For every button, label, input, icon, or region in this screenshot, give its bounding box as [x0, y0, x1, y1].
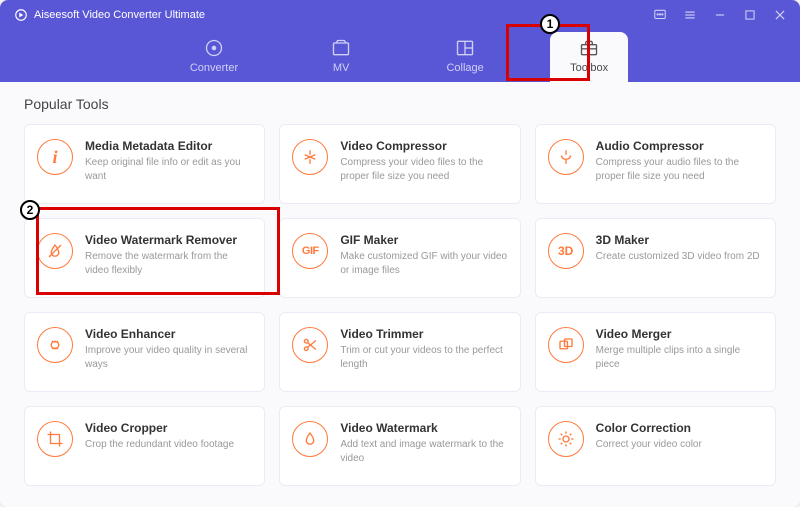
tab-label: MV — [333, 62, 350, 74]
tool-desc: Add text and image watermark to the vide… — [340, 438, 507, 465]
minimize-icon[interactable] — [712, 7, 728, 23]
tool-video-watermark[interactable]: Video Watermark Add text and image water… — [279, 406, 520, 486]
tool-3d-maker[interactable]: 3D 3D Maker Create customized 3D video f… — [535, 218, 776, 298]
enhance-icon — [37, 327, 73, 363]
drop-icon — [292, 421, 328, 457]
tool-title: Video Compressor — [340, 139, 507, 153]
3d-icon: 3D — [548, 233, 584, 269]
tool-color-correction[interactable]: Color Correction Correct your video colo… — [535, 406, 776, 486]
tool-desc: Crop the redundant video footage — [85, 438, 252, 452]
tool-desc: Remove the watermark from the video flex… — [85, 250, 252, 277]
tab-mv[interactable]: MV — [302, 32, 380, 82]
header: Aiseesoft Video Converter Ultimate — [0, 0, 800, 82]
tool-title: 3D Maker — [596, 233, 763, 247]
tab-collage[interactable]: Collage — [426, 32, 504, 82]
tool-title: Media Metadata Editor — [85, 139, 252, 153]
tool-title: GIF Maker — [340, 233, 507, 247]
tab-label: Collage — [446, 62, 483, 74]
tool-media-metadata-editor[interactable]: i Media Metadata Editor Keep original fi… — [24, 124, 265, 204]
tab-label: Toolbox — [570, 62, 608, 74]
gif-icon: GIF — [292, 233, 328, 269]
tool-video-enhancer[interactable]: Video Enhancer Improve your video qualit… — [24, 312, 265, 392]
mv-icon — [331, 38, 351, 58]
close-icon[interactable] — [772, 7, 788, 23]
section-title: Popular Tools — [24, 96, 776, 112]
tool-desc: Improve your video quality in several wa… — [85, 344, 252, 371]
scissors-icon — [292, 327, 328, 363]
maximize-icon[interactable] — [742, 7, 758, 23]
tool-title: Audio Compressor — [596, 139, 763, 153]
app-logo-icon — [14, 8, 28, 22]
tool-gif-maker[interactable]: GIF GIF Maker Make customized GIF with y… — [279, 218, 520, 298]
tool-desc: Create customized 3D video from 2D — [596, 250, 763, 264]
tool-video-trimmer[interactable]: Video Trimmer Trim or cut your videos to… — [279, 312, 520, 392]
tool-audio-compressor[interactable]: Audio Compressor Compress your audio fil… — [535, 124, 776, 204]
converter-icon — [204, 38, 224, 58]
app-window: Aiseesoft Video Converter Ultimate — [0, 0, 800, 507]
menu-icon[interactable] — [682, 7, 698, 23]
tool-title: Video Cropper — [85, 421, 252, 435]
tab-label: Converter — [190, 62, 238, 74]
app-title-text: Aiseesoft Video Converter Ultimate — [34, 9, 205, 21]
tool-desc: Merge multiple clips into a single piece — [596, 344, 763, 371]
window-controls — [652, 7, 788, 23]
tab-toolbox[interactable]: Toolbox — [550, 32, 628, 82]
tool-title: Video Enhancer — [85, 327, 252, 341]
app-title: Aiseesoft Video Converter Ultimate — [14, 8, 205, 22]
tool-video-compressor[interactable]: Video Compressor Compress your video fil… — [279, 124, 520, 204]
audio-compress-icon — [548, 139, 584, 175]
tool-title: Video Watermark — [340, 421, 507, 435]
tool-desc: Compress your audio files to the proper … — [596, 156, 763, 183]
tab-converter[interactable]: Converter — [172, 32, 256, 82]
feedback-icon[interactable] — [652, 7, 668, 23]
toolbox-icon — [579, 38, 599, 58]
tool-video-merger[interactable]: Video Merger Merge multiple clips into a… — [535, 312, 776, 392]
tool-title: Video Watermark Remover — [85, 233, 252, 247]
title-bar: Aiseesoft Video Converter Ultimate — [0, 0, 800, 24]
collage-icon — [455, 38, 475, 58]
tool-title: Video Trimmer — [340, 327, 507, 341]
tool-video-cropper[interactable]: Video Cropper Crop the redundant video f… — [24, 406, 265, 486]
no-drop-icon — [37, 233, 73, 269]
compress-icon — [292, 139, 328, 175]
content-area: Popular Tools i Media Metadata Editor Ke… — [0, 82, 800, 507]
tool-title: Color Correction — [596, 421, 763, 435]
tool-desc: Trim or cut your videos to the perfect l… — [340, 344, 507, 371]
tool-video-watermark-remover[interactable]: Video Watermark Remover Remove the water… — [24, 218, 265, 298]
info-icon: i — [37, 139, 73, 175]
sun-icon — [548, 421, 584, 457]
tool-desc: Correct your video color — [596, 438, 763, 452]
tool-desc: Make customized GIF with your video or i… — [340, 250, 507, 277]
tool-title: Video Merger — [596, 327, 763, 341]
tool-desc: Keep original file info or edit as you w… — [85, 156, 252, 183]
main-nav: Converter MV Collage Toolbox — [0, 24, 800, 82]
tool-desc: Compress your video files to the proper … — [340, 156, 507, 183]
tools-grid: i Media Metadata Editor Keep original fi… — [24, 124, 776, 486]
crop-icon — [37, 421, 73, 457]
merge-icon — [548, 327, 584, 363]
